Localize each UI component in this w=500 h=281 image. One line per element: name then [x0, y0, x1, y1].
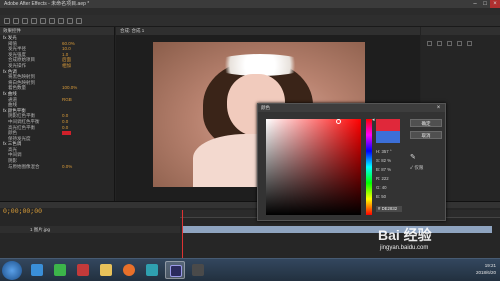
pen-tool-icon[interactable]: [67, 18, 73, 24]
tray-date: 2018/6/20: [475, 270, 496, 275]
camera-tool-icon[interactable]: [40, 18, 46, 24]
after-effects-icon: [170, 265, 182, 277]
system-tray-clock[interactable]: 19:21 2018/6/20: [476, 262, 496, 276]
saturation-brightness-field[interactable]: [266, 119, 361, 215]
mask-tool-icon[interactable]: [58, 18, 64, 24]
align-icon[interactable]: [457, 41, 462, 46]
web-colors-checkbox[interactable]: ✓ 仅限: [410, 165, 423, 171]
taskbar-app-360[interactable]: [50, 261, 70, 279]
toolbar: [0, 15, 500, 27]
hand-tool-icon[interactable]: [13, 18, 19, 24]
tray-time: 19:21: [484, 263, 496, 268]
dialog-title: 颜色: [261, 105, 270, 110]
effect-property-value[interactable]: 0.0%: [62, 164, 72, 170]
current-time-indicator[interactable]: [182, 210, 183, 258]
menu-bar: [0, 8, 500, 15]
color-picker-cursor[interactable]: [336, 119, 341, 124]
title-bar: Adobe After Effects - 未命名项目.aep *: [0, 0, 500, 8]
ok-button[interactable]: 确定: [410, 119, 442, 127]
color-value-field[interactable]: B: 50: [376, 193, 386, 201]
align-icon[interactable]: [427, 41, 432, 46]
watermark-url: jingyan.baidu.com: [380, 245, 429, 251]
taskbar-app-firefox[interactable]: [119, 261, 139, 279]
hue-slider-handle-icon[interactable]: ◂: [372, 118, 375, 123]
ie-icon: [31, 264, 43, 276]
effect-property-name: 与原始图像混合: [8, 163, 40, 169]
color-value-field[interactable]: G: 40: [376, 184, 387, 192]
effect-controls-header: 效果控件: [0, 27, 114, 35]
align-icon[interactable]: [467, 41, 472, 46]
music-icon: [77, 264, 89, 276]
taskbar-app-window[interactable]: [188, 261, 208, 279]
dialog-title-bar: 颜色 ×: [258, 104, 445, 112]
color-value-field[interactable]: H: 357 °: [376, 148, 392, 156]
media-player-icon: [146, 264, 158, 276]
text-tool-icon[interactable]: [76, 18, 82, 24]
firefox-icon: [123, 264, 135, 276]
photo-flower-crown: [211, 54, 309, 76]
align-icon[interactable]: [447, 41, 452, 46]
effect-property-list: fx 发光 阈值 60.0% 发光半径 10.0 发光强度 1.0 合成原始项目 后面 发光操作相…: [0, 35, 114, 169]
layer-row[interactable]: 1 图片.jpg: [0, 226, 180, 233]
new-color-preview: [376, 119, 400, 131]
timecode-display[interactable]: 0;00;00;00: [3, 208, 42, 215]
zoom-tool-icon[interactable]: [22, 18, 28, 24]
baidu-jingyan-watermark: Bai 经验: [378, 227, 432, 243]
taskbar-app-ie[interactable]: [27, 261, 47, 279]
hue-slider[interactable]: [366, 119, 372, 215]
original-color-preview[interactable]: [376, 131, 400, 143]
browser-icon: [54, 264, 66, 276]
web-colors-label: 仅限: [414, 165, 424, 170]
color-swatch[interactable]: [62, 131, 71, 135]
folder-icon: [100, 264, 112, 276]
maximize-icon[interactable]: □: [480, 0, 490, 8]
windows-taskbar: 19:21 2018/6/20: [0, 258, 500, 281]
info-panel-header: [421, 27, 500, 35]
after-effects-window: Adobe After Effects - 未命名项目.aep * – □ × …: [0, 0, 500, 281]
color-value-field[interactable]: B: 87 %: [376, 166, 391, 174]
selection-tool-icon[interactable]: [4, 18, 10, 24]
rotate-tool-icon[interactable]: [31, 18, 37, 24]
layer-duration-bar[interactable]: [182, 226, 492, 233]
window-icon: [192, 264, 204, 276]
hex-input[interactable]: # DE2832: [376, 206, 402, 212]
dialog-close-icon[interactable]: ×: [435, 104, 442, 112]
window-title: Adobe After Effects - 未命名项目.aep *: [4, 1, 90, 7]
close-icon[interactable]: ×: [490, 0, 500, 8]
taskbar-app-player[interactable]: [142, 261, 162, 279]
effect-controls-panel: 效果控件 fx 发光 阈值 60.0% 发光半径 10.0 发光强度 1.0 合成原始项目 后面…: [0, 27, 115, 201]
effect-property-row[interactable]: 与原始图像混合 0.0%: [0, 164, 114, 170]
taskbar-app-explorer[interactable]: [96, 261, 116, 279]
cancel-button[interactable]: 取消: [410, 131, 442, 139]
color-picker-dialog: 颜色 × ◂ 确定 取消 ✎ ✓ 仅限 H: 357 ° S: 82 % B: 87…: [257, 103, 446, 221]
composition-tab[interactable]: 合成: 合成 1: [116, 27, 420, 35]
eyedropper-icon[interactable]: ✎: [410, 153, 416, 161]
pan-behind-tool-icon[interactable]: [49, 18, 55, 24]
color-value-field[interactable]: R: 222: [376, 175, 389, 183]
minimize-icon[interactable]: –: [470, 0, 480, 8]
color-value-field[interactable]: S: 82 %: [376, 157, 391, 165]
start-button-icon[interactable]: [2, 261, 22, 280]
taskbar-app-music[interactable]: [73, 261, 93, 279]
align-icon[interactable]: [437, 41, 442, 46]
taskbar-app-after-effects[interactable]: [165, 261, 185, 279]
